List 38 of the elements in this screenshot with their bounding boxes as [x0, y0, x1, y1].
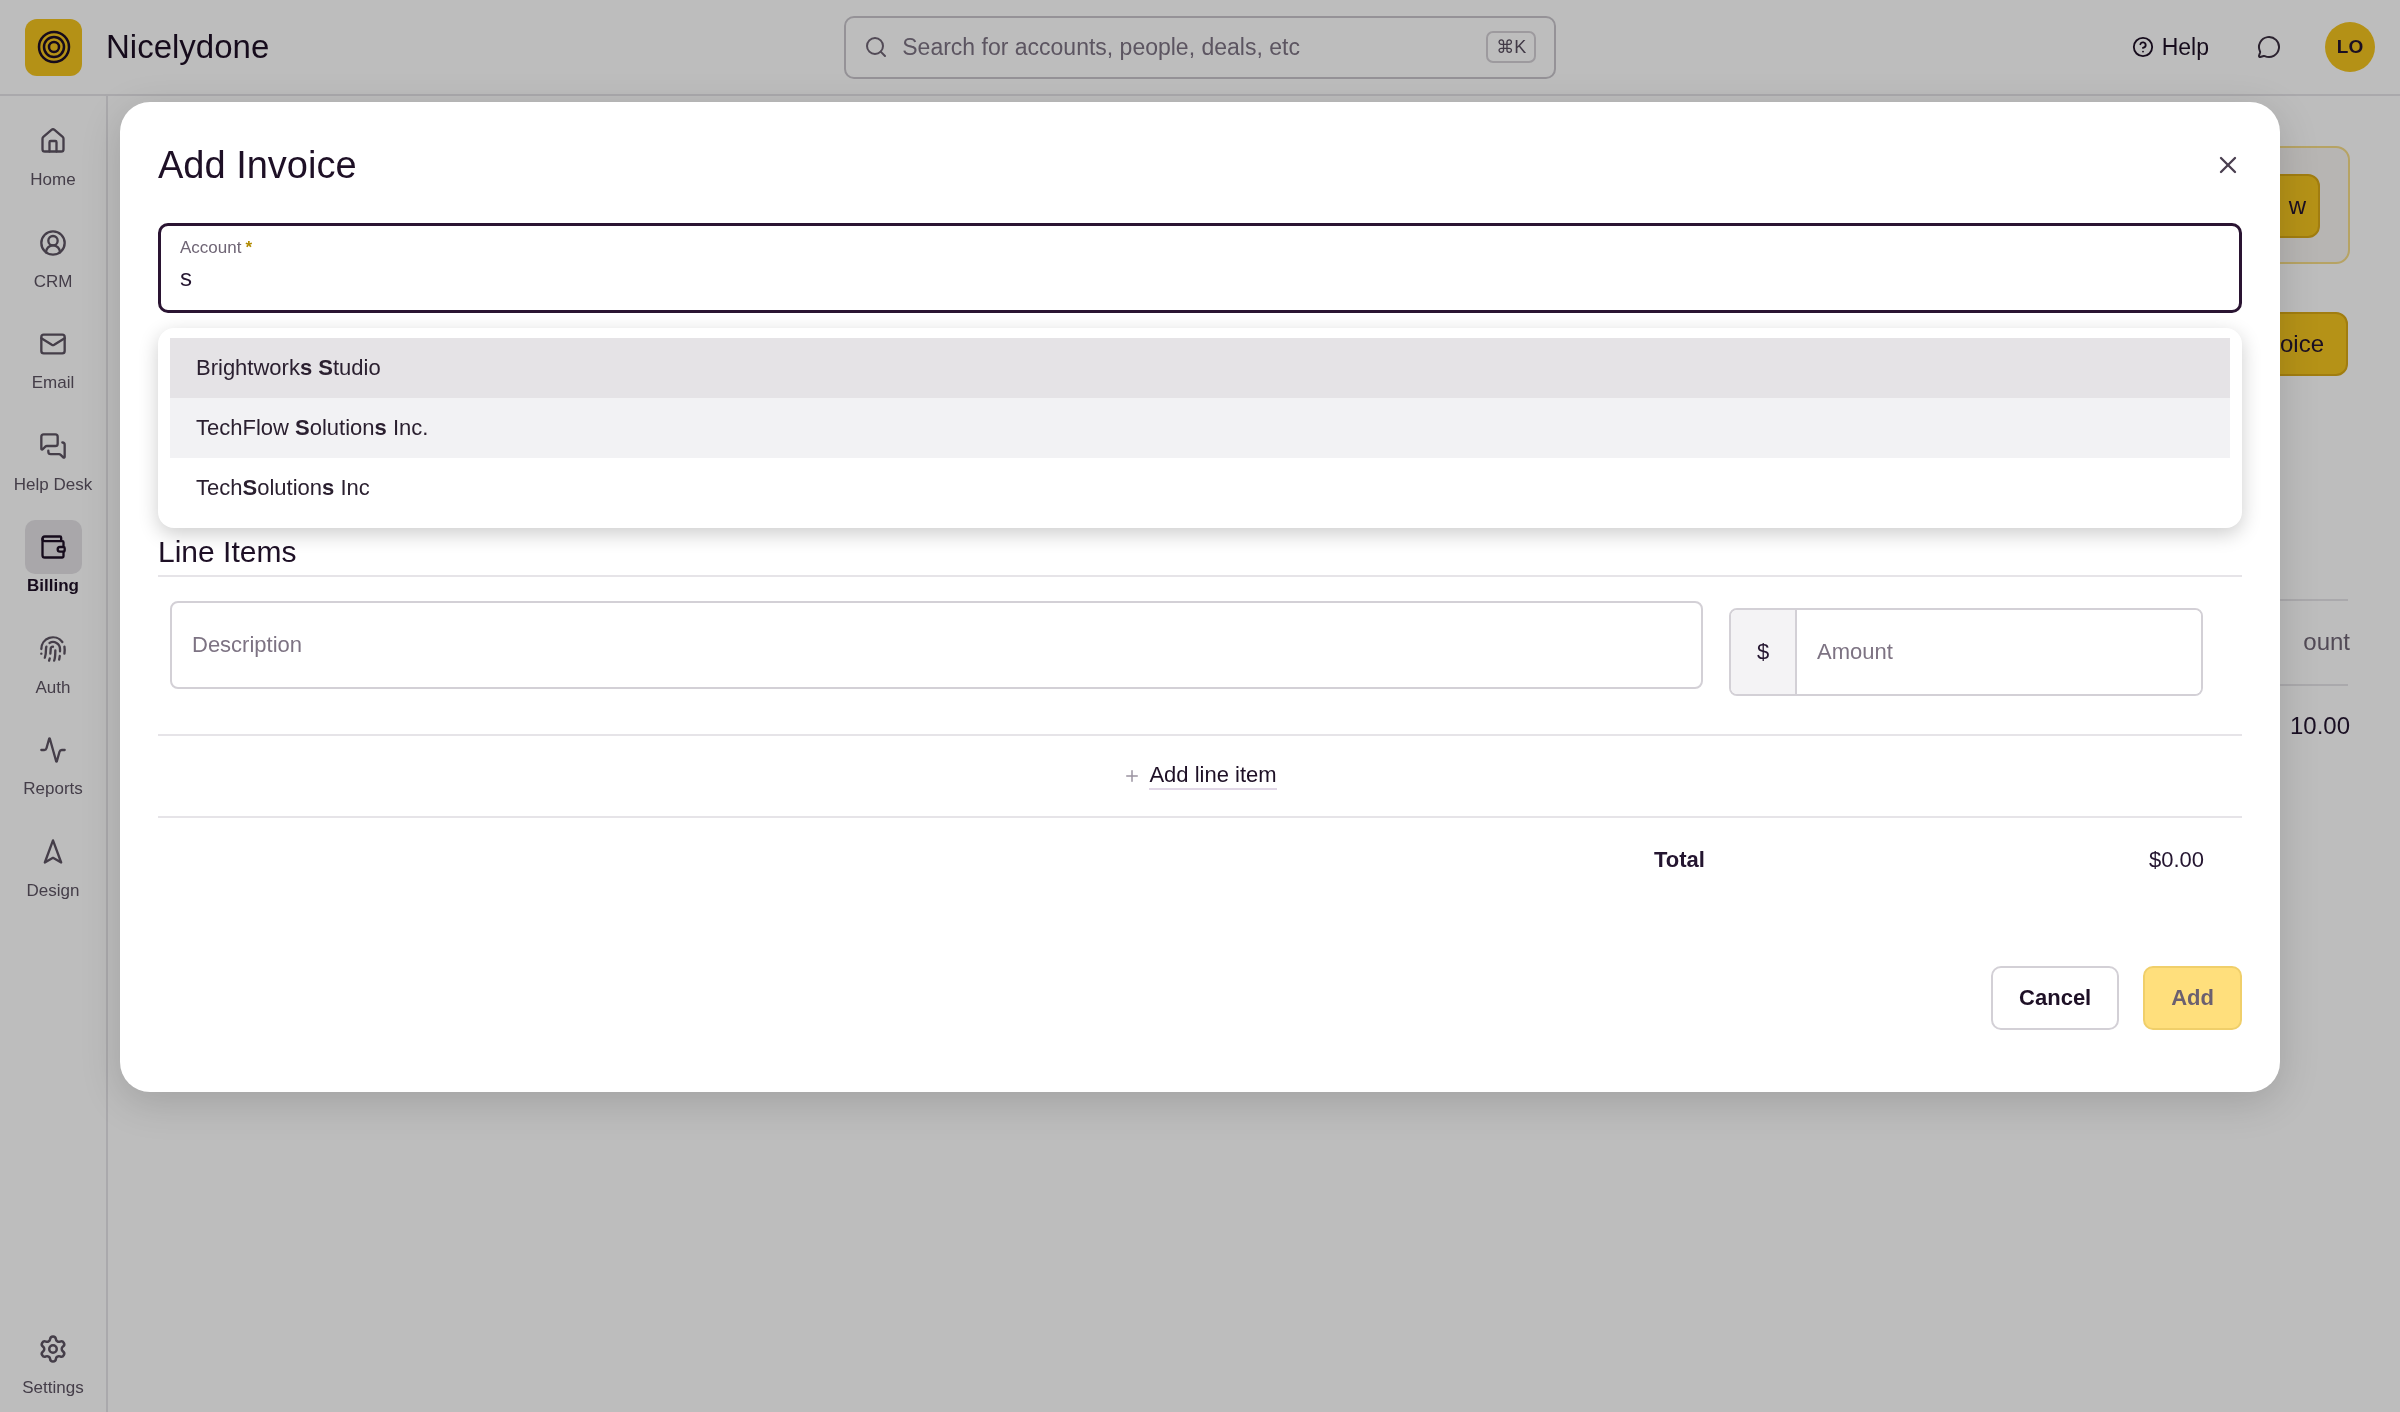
field-label: Account * [180, 238, 254, 258]
total-value: $0.00 [2148, 847, 2204, 873]
chat-button[interactable] [2257, 35, 2281, 59]
sidebar-item[interactable]: Settings [22, 1322, 84, 1412]
nav-icon [39, 228, 67, 257]
nav-icon [39, 736, 67, 764]
add-line-item-link[interactable]: Add line item [1123, 762, 1277, 790]
sidebar-item[interactable]: Email [24, 317, 82, 419]
total-label: Total [1654, 847, 1705, 873]
user-avatar[interactable]: LO [2325, 22, 2375, 72]
suggestion-item[interactable]: TechFlow Solutions Inc. [170, 398, 2230, 458]
add-button[interactable]: Add [2143, 966, 2242, 1030]
section-heading: Line Items [158, 535, 2242, 577]
sidebar-item[interactable]: Reports [23, 723, 83, 825]
help-link[interactable]: Help [2131, 33, 2209, 61]
search-input[interactable]: Search for accounts, people, deals, etc [900, 32, 1475, 62]
sidebar-item[interactable]: Design [24, 824, 82, 926]
table-cell: 10.00 [2289, 712, 2350, 740]
sidebar-item[interactable]: CRM [24, 215, 82, 317]
dialog-title: Add Invoice [158, 143, 357, 187]
search-icon [864, 35, 889, 59]
suggestion-item[interactable]: Brightworks Studio [170, 338, 2230, 398]
column-header: ount [2303, 628, 2350, 656]
sidebar-item[interactable]: Help Desk [13, 418, 93, 520]
nav-icon [39, 634, 67, 663]
description-field[interactable]: Description [170, 601, 1703, 689]
sidebar-item[interactable]: Auth [24, 621, 82, 723]
nav-icon [39, 127, 67, 155]
nav-icon [39, 533, 67, 561]
sidebar-item[interactable]: Home [24, 114, 82, 216]
help-icon [2131, 36, 2154, 58]
nav-icon [39, 431, 67, 460]
app-name: Nicelydone [106, 28, 270, 66]
amount-field[interactable]: $ Amount [1729, 608, 2203, 696]
shortcut-hint: ⌘K [1486, 31, 1537, 63]
search-field[interactable]: Search for accounts, people, deals, etc ⌘K [844, 15, 1557, 79]
cancel-button[interactable]: Cancel [1991, 966, 2120, 1030]
settings-icon [38, 1334, 68, 1364]
